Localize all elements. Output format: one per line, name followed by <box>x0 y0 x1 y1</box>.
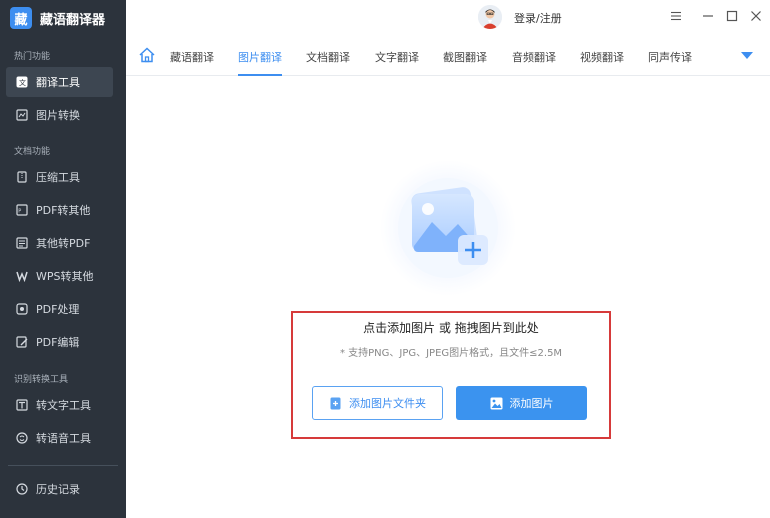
sidebar-item-label: 图片转换 <box>36 109 80 122</box>
upload-image-illustration <box>362 160 534 296</box>
sidebar-item-compress[interactable]: 压缩工具 <box>6 162 113 192</box>
folder-add-icon <box>329 397 342 410</box>
sidebar-item-label: PDF编辑 <box>36 336 80 349</box>
sidebar-item-image-convert[interactable]: 图片转换 <box>6 100 113 130</box>
app-brand: 藏 藏语翻译器 <box>0 0 126 36</box>
section-label-hot: 热门功能 <box>14 52 51 62</box>
tab-screenshot-translate[interactable]: 截图翻译 <box>443 49 487 76</box>
sidebar-item-pdf-to-other[interactable]: P PDF转其他 <box>6 195 113 225</box>
sidebar-item-pdf-edit[interactable]: PDF编辑 <box>6 327 113 357</box>
chevron-down-icon[interactable] <box>740 50 754 60</box>
add-image-folder-button[interactable]: 添加图片文件夹 <box>312 386 443 420</box>
tab-simultaneous-interpretation[interactable]: 同声传译 <box>648 49 692 76</box>
title-bar: 登录/注册 <box>126 0 770 36</box>
wps-icon <box>16 270 28 282</box>
translate-icon: 文 <box>16 76 28 88</box>
app-logo: 藏 <box>10 7 32 29</box>
sidebar-item-wps-to-other[interactable]: WPS转其他 <box>6 261 113 291</box>
image-icon <box>490 397 503 410</box>
add-image-label: 添加图片 <box>509 397 554 410</box>
sidebar-item-label: 历史记录 <box>36 483 80 496</box>
upload-hint: * 支持PNG、JPG、JPEG图片格式，且文件≤2.5M <box>339 348 563 359</box>
sidebar-item-translate-tool[interactable]: 文 翻译工具 <box>6 67 113 97</box>
sidebar-item-pdf-process[interactable]: PDF处理 <box>6 294 113 324</box>
sidebar-item-label: PDF转其他 <box>36 204 91 217</box>
feature-tabs: 藏语翻译 图片翻译 文档翻译 文字翻译 截图翻译 音频翻译 视频翻译 同声传译 <box>126 36 770 76</box>
sidebar-item-label: WPS转其他 <box>36 270 94 283</box>
add-image-folder-label: 添加图片文件夹 <box>349 397 426 410</box>
sidebar-item-other-to-pdf[interactable]: 其他转PDF <box>6 228 113 258</box>
image-convert-icon <box>16 109 28 121</box>
sidebar-item-to-text[interactable]: 转文字工具 <box>6 390 113 420</box>
tab-audio-translate[interactable]: 音频翻译 <box>512 49 556 76</box>
pdf-edit-icon <box>16 336 28 348</box>
to-pdf-icon <box>16 237 28 249</box>
history-icon <box>16 483 28 495</box>
sidebar-item-to-voice[interactable]: 转语音工具 <box>6 423 113 453</box>
tab-video-translate[interactable]: 视频翻译 <box>580 49 624 76</box>
sidebar-item-label: 压缩工具 <box>36 171 80 184</box>
pdf-process-icon <box>16 303 28 315</box>
svg-text:文: 文 <box>19 78 26 87</box>
login-register-link[interactable]: 登录/注册 <box>514 10 562 26</box>
tab-image-translate[interactable]: 图片翻译 <box>238 49 282 76</box>
upload-drop-area[interactable]: 点击添加图片 或 拖拽图片到此处 * 支持PNG、JPG、JPEG图片格式，且文… <box>291 311 611 439</box>
home-icon[interactable] <box>138 46 156 64</box>
close-icon[interactable] <box>748 8 764 24</box>
minimize-icon[interactable] <box>700 8 716 24</box>
menu-icon[interactable] <box>668 8 684 24</box>
sidebar: 藏 藏语翻译器 热门功能 文 翻译工具 图片转换 文档功能 压缩工具 P PDF… <box>0 0 126 518</box>
sidebar-divider <box>8 465 118 466</box>
add-image-button[interactable]: 添加图片 <box>456 386 587 420</box>
maximize-icon[interactable] <box>724 8 740 24</box>
compress-icon <box>16 171 28 183</box>
voice-tool-icon <box>16 432 28 444</box>
section-label-doc: 文档功能 <box>14 147 51 157</box>
pdf-convert-icon: P <box>16 204 28 216</box>
sidebar-item-label: 转文字工具 <box>36 399 91 412</box>
tab-tibetan-translate[interactable]: 藏语翻译 <box>170 49 214 76</box>
section-label-recognize: 识别转换工具 <box>14 375 69 385</box>
tab-document-translate[interactable]: 文档翻译 <box>306 49 350 76</box>
sidebar-item-label: PDF处理 <box>36 303 80 316</box>
svg-text:P: P <box>18 209 21 215</box>
sidebar-item-history[interactable]: 历史记录 <box>6 474 113 504</box>
sidebar-item-label: 转语音工具 <box>36 432 91 445</box>
tab-text-translate[interactable]: 文字翻译 <box>375 49 419 76</box>
avatar[interactable] <box>478 5 502 29</box>
text-tool-icon <box>16 399 28 411</box>
app-name: 藏语翻译器 <box>40 12 106 28</box>
sidebar-item-label: 翻译工具 <box>36 76 80 89</box>
sidebar-item-label: 其他转PDF <box>36 237 91 250</box>
upload-title: 点击添加图片 或 拖拽图片到此处 <box>363 321 539 335</box>
